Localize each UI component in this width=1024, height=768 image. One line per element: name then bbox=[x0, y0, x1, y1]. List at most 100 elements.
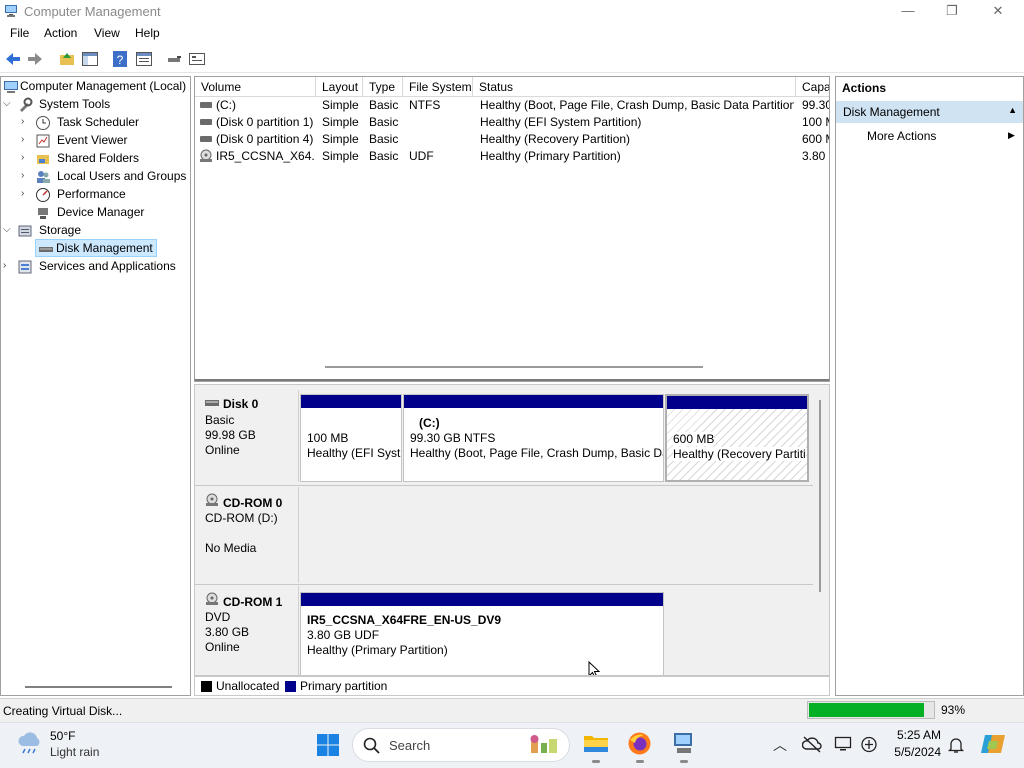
chevron-right-icon[interactable]: › bbox=[21, 135, 31, 145]
actions-section-disk-management[interactable]: Disk Management ▲ bbox=[836, 101, 1023, 123]
chevron-right-icon[interactable]: › bbox=[3, 261, 13, 271]
column-header-layout[interactable]: Layout bbox=[316, 77, 363, 97]
forward-arrow-icon[interactable] bbox=[26, 50, 44, 68]
clock-date[interactable]: 5/5/2024 bbox=[889, 745, 941, 759]
weather-temp[interactable]: 50°F bbox=[50, 729, 75, 743]
table-row[interactable]: (Disk 0 partition 1) Simple Basic Health… bbox=[195, 114, 829, 131]
notification-bell-icon[interactable] bbox=[948, 736, 964, 754]
pane-splitter[interactable] bbox=[195, 379, 829, 381]
up-folder-icon[interactable] bbox=[58, 50, 76, 68]
menu-file[interactable]: File bbox=[10, 26, 29, 40]
horizontal-scrollbar[interactable] bbox=[325, 366, 703, 368]
menu-view[interactable]: View bbox=[94, 26, 120, 40]
tree-item-disk-management[interactable]: Disk Management bbox=[35, 239, 157, 257]
help-icon[interactable]: ? bbox=[111, 50, 129, 68]
menu-action[interactable]: Action bbox=[44, 26, 77, 40]
tree-item-storage[interactable]: ⌵ Storage bbox=[3, 222, 189, 240]
chevron-right-icon[interactable]: › bbox=[21, 153, 31, 163]
partition-size: 600 MB bbox=[673, 432, 715, 446]
tree-label: Device Manager bbox=[57, 205, 145, 219]
close-button[interactable]: ✕ bbox=[988, 2, 1008, 20]
actions-section-label: Disk Management bbox=[843, 105, 940, 119]
weather-rain-icon[interactable] bbox=[16, 730, 44, 756]
horizontal-scrollbar[interactable] bbox=[25, 686, 172, 688]
partition-c[interactable]: (C:) 99.30 GB NTFS Healthy (Boot, Page F… bbox=[403, 394, 664, 482]
title-bar: Computer Management — ❐ ✕ bbox=[0, 0, 1024, 24]
column-header-status[interactable]: Status bbox=[473, 77, 796, 97]
chevron-down-icon[interactable]: ⌵ bbox=[3, 225, 13, 235]
tree-item-services-applications[interactable]: › Services and Applications bbox=[3, 258, 189, 276]
minimize-button[interactable]: — bbox=[898, 2, 918, 20]
cdrom-1-label[interactable]: CD-ROM 1 DVD 3.80 GB Online bbox=[197, 586, 299, 675]
column-header-type[interactable]: Type bbox=[363, 77, 403, 97]
console-icon[interactable] bbox=[188, 50, 206, 68]
cell-layout: Simple bbox=[322, 115, 359, 129]
tree-item-performance[interactable]: › Performance bbox=[21, 186, 189, 204]
progress-fill bbox=[809, 703, 925, 717]
cell-status: Healthy (Primary Partition) bbox=[480, 149, 621, 163]
chevron-right-icon[interactable]: › bbox=[21, 189, 31, 199]
tree-item-event-viewer[interactable]: › Event Viewer bbox=[21, 132, 189, 150]
computer-management-taskbar-icon[interactable] bbox=[671, 730, 697, 756]
back-arrow-icon[interactable] bbox=[4, 50, 22, 68]
window-title: Computer Management bbox=[24, 4, 161, 19]
tree-label: Disk Management bbox=[56, 241, 153, 255]
tree-label: Performance bbox=[57, 187, 126, 201]
table-row[interactable]: (Disk 0 partition 4) Simple Basic Health… bbox=[195, 131, 829, 148]
navigation-tree: Computer Management (Local) ⌵ System Too… bbox=[0, 76, 191, 696]
firefox-icon[interactable] bbox=[627, 731, 652, 756]
tree-label: Shared Folders bbox=[57, 151, 140, 165]
partition-efi[interactable]: 100 MB Healthy (EFI Syst bbox=[300, 394, 402, 482]
mouse-cursor-icon bbox=[588, 661, 600, 675]
primary-partition-bar bbox=[667, 396, 807, 409]
network-icon[interactable] bbox=[860, 736, 878, 753]
tree-item-shared-folders[interactable]: › Shared Folders bbox=[21, 150, 189, 168]
volume-icon bbox=[200, 102, 212, 108]
legend: Unallocated Primary partition bbox=[194, 676, 830, 696]
menu-help[interactable]: Help bbox=[135, 26, 160, 40]
clock-time[interactable]: 5:25 AM bbox=[893, 728, 941, 742]
cdrom-0-label[interactable]: CD-ROM 0 CD-ROM (D:) No Media bbox=[197, 487, 299, 583]
disk-type: Basic bbox=[205, 413, 235, 427]
taskbar-search[interactable]: Search bbox=[352, 728, 570, 762]
tree-item-system-tools[interactable]: ⌵ System Tools bbox=[3, 96, 189, 114]
tree-item-task-scheduler[interactable]: › Task Scheduler bbox=[21, 114, 189, 132]
tree-item-local-users[interactable]: › Local Users and Groups bbox=[21, 168, 189, 186]
svg-text:?: ? bbox=[117, 53, 124, 67]
tree-item-device-manager[interactable]: Device Manager bbox=[21, 204, 189, 222]
column-header-volume[interactable]: Volume bbox=[195, 77, 316, 97]
show-hide-tree-icon[interactable] bbox=[81, 50, 99, 68]
search-icon bbox=[363, 737, 380, 754]
cell-type: Basic bbox=[369, 149, 399, 163]
connect-icon[interactable] bbox=[165, 50, 183, 68]
display-icon[interactable] bbox=[834, 735, 852, 753]
column-header-file-system[interactable]: File System bbox=[403, 77, 473, 97]
submenu-arrow-icon[interactable]: ▶ bbox=[1008, 130, 1015, 141]
partition-recovery[interactable]: 600 MB Healthy (Recovery Partiti bbox=[665, 394, 809, 482]
table-row[interactable]: (C:) Simple Basic NTFS Healthy (Boot, Pa… bbox=[195, 97, 830, 114]
windows-start-icon[interactable] bbox=[316, 733, 340, 757]
properties-icon[interactable] bbox=[135, 50, 153, 68]
chevron-right-icon[interactable]: › bbox=[21, 117, 31, 127]
vertical-scrollbar[interactable] bbox=[819, 400, 821, 592]
cell-status: Healthy (EFI System Partition) bbox=[480, 115, 642, 129]
onedrive-icon[interactable] bbox=[802, 735, 822, 753]
disk-0-label[interactable]: Disk 0 Basic 99.98 GB Online bbox=[197, 390, 299, 482]
table-row[interactable]: IR5_CCSNA_X64... Simple Basic UDF Health… bbox=[195, 148, 829, 165]
cell-capacity: 99.30 bbox=[802, 98, 830, 112]
partition-dvd[interactable]: IR5_CCSNA_X64FRE_EN-US_DV9 3.80 GB UDF H… bbox=[300, 592, 664, 675]
copilot-icon[interactable] bbox=[980, 731, 1006, 757]
tree-item-computer-management[interactable]: Computer Management (Local) bbox=[3, 78, 189, 96]
more-actions[interactable]: More Actions bbox=[867, 129, 936, 143]
legend-swatch-unallocated bbox=[201, 681, 212, 692]
chevron-right-icon[interactable]: › bbox=[21, 171, 31, 181]
column-header-capacity[interactable]: Capa bbox=[796, 77, 829, 97]
file-explorer-icon[interactable] bbox=[583, 731, 609, 755]
chevron-down-icon[interactable]: ⌵ bbox=[3, 99, 13, 109]
chevron-up-icon[interactable]: ︿ bbox=[773, 735, 787, 755]
restore-button[interactable]: ❐ bbox=[942, 2, 962, 20]
weather-desc[interactable]: Light rain bbox=[50, 745, 99, 759]
tree-label: Computer Management (Local) bbox=[20, 79, 187, 93]
collapse-up-icon[interactable]: ▲ bbox=[1008, 105, 1017, 115]
services-icon bbox=[18, 260, 32, 274]
